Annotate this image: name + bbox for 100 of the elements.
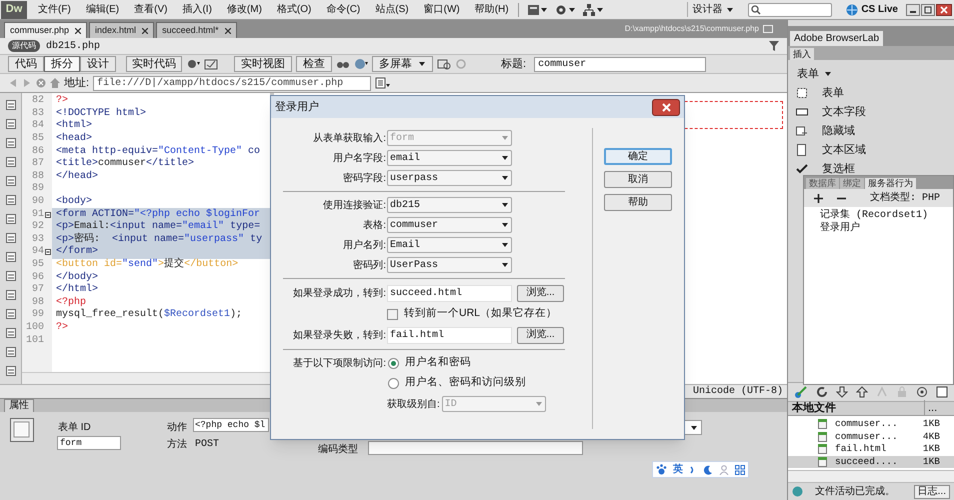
- close-icon[interactable]: [936, 4, 952, 16]
- dialog-button[interactable]: 取消: [604, 171, 672, 188]
- insert-item[interactable]: 复选框: [796, 162, 954, 176]
- workspace-switcher[interactable]: 设计器: [687, 2, 738, 17]
- grid-icon[interactable]: [735, 464, 745, 474]
- file-row[interactable]: commuser... 1KB: [788, 418, 954, 430]
- plus-icon[interactable]: [814, 194, 823, 202]
- file-row[interactable]: commuser... 4KB: [788, 430, 954, 443]
- dropdown[interactable]: userpass: [387, 170, 512, 186]
- menu-item[interactable]: 帮助(H): [474, 2, 510, 17]
- inspect-button[interactable]: 检查: [296, 56, 332, 72]
- action-field[interactable]: <?php echo $l: [193, 418, 269, 432]
- behavior-item[interactable]: 登录用户: [820, 222, 953, 235]
- check-document-icon[interactable]: [204, 58, 218, 70]
- menu-item[interactable]: 窗口(W): [422, 2, 461, 17]
- gear-icon[interactable]: [554, 4, 575, 16]
- horizontal-scrollbar[interactable]: [788, 470, 954, 483]
- document-tab[interactable]: commuser.php: [4, 22, 88, 38]
- dialog-button[interactable]: 帮助: [604, 194, 672, 211]
- panel-tab[interactable]: 数据库: [806, 178, 839, 189]
- connect-icon[interactable]: [794, 385, 808, 399]
- refresh-icon[interactable]: [816, 386, 828, 398]
- close-icon[interactable]: [75, 28, 82, 34]
- live-code-button[interactable]: 实时代码: [126, 56, 182, 72]
- caret-icon: [501, 174, 509, 182]
- globe-icon[interactable]: [354, 58, 368, 70]
- code-line: </head>: [55, 170, 100, 184]
- file-row[interactable]: fail.html 1KB: [788, 443, 954, 456]
- close-icon[interactable]: [142, 28, 148, 34]
- dropdown[interactable]: UserPass: [387, 257, 512, 273]
- dialog-button[interactable]: 确定: [604, 148, 672, 165]
- input-mode-toggle[interactable]: 英: [673, 462, 683, 477]
- paw-icon[interactable]: [656, 464, 667, 475]
- file-row[interactable]: succeed.... 1KB: [788, 456, 954, 468]
- radio-button[interactable]: [388, 358, 399, 368]
- column-header[interactable]: 本地文件: [788, 400, 924, 417]
- close-icon[interactable]: [224, 28, 231, 34]
- path-field[interactable]: fail.html: [387, 326, 512, 344]
- enctype-select[interactable]: [368, 441, 583, 455]
- radio-label: 用户名、密码和访问级别: [405, 375, 526, 390]
- title-field[interactable]: commuser: [534, 56, 706, 72]
- menu-item[interactable]: 修改(M): [226, 2, 263, 17]
- dropdown[interactable]: commuser: [387, 217, 512, 233]
- category-dropdown[interactable]: 表单: [788, 60, 954, 86]
- radio-button[interactable]: [388, 378, 399, 388]
- document-tab[interactable]: succeed.html*: [156, 22, 237, 38]
- preview-icon[interactable]: [437, 58, 451, 70]
- log-button[interactable]: 日志...: [914, 484, 950, 498]
- minimize-icon[interactable]: [906, 4, 920, 16]
- restore-icon[interactable]: [921, 4, 935, 16]
- path-field[interactable]: succeed.html: [387, 284, 512, 302]
- stop-icon[interactable]: [36, 78, 46, 88]
- fold-icon[interactable]: [45, 212, 51, 218]
- close-button[interactable]: [652, 98, 680, 116]
- view-button[interactable]: 拆分: [44, 56, 80, 72]
- layout-icon[interactable]: [526, 4, 547, 16]
- browserlab-tab[interactable]: Adobe BrowserLab: [790, 31, 884, 46]
- view-button[interactable]: 代码: [8, 56, 44, 72]
- upload-icon[interactable]: [856, 386, 868, 398]
- live-view-button[interactable]: 实时视图: [234, 56, 292, 72]
- menu-item[interactable]: 编辑(E): [84, 2, 120, 17]
- view-button[interactable]: 设计: [80, 56, 116, 72]
- browse-button[interactable]: 浏览...: [517, 284, 564, 302]
- checkbox[interactable]: [387, 308, 398, 320]
- sitemap-icon[interactable]: [582, 4, 603, 16]
- search-field[interactable]: [748, 2, 832, 16]
- insert-item[interactable]: 表单: [796, 86, 954, 100]
- horizontal-scrollbar[interactable]: [22, 372, 270, 384]
- insert-item[interactable]: 文本字段: [796, 104, 954, 120]
- sync-icon[interactable]: [916, 386, 928, 398]
- menu-item[interactable]: 命令(C): [325, 2, 362, 17]
- properties-tab[interactable]: 属性: [4, 399, 34, 412]
- download-icon[interactable]: [836, 386, 848, 398]
- menu-item[interactable]: 文件(F): [37, 2, 72, 17]
- dropdown[interactable]: db215: [387, 197, 512, 213]
- caret-icon: [501, 241, 509, 249]
- insert-item[interactable]: 文本区域: [796, 142, 954, 158]
- menu-item[interactable]: 插入(I): [181, 2, 213, 17]
- browse-button[interactable]: 浏览...: [517, 326, 564, 344]
- panel-tab[interactable]: 绑定: [840, 178, 864, 189]
- address-field[interactable]: file:///D|/xampp/htdocs/s215/commuser.php: [93, 76, 372, 90]
- dropdown[interactable]: Email: [387, 237, 512, 253]
- moon-icon[interactable]: [703, 464, 713, 474]
- list-icon[interactable]: [375, 77, 392, 89]
- source-code-button[interactable]: 源代码: [8, 40, 40, 52]
- fold-icon[interactable]: [45, 249, 51, 256]
- menu-item[interactable]: 站点(S): [374, 2, 410, 17]
- menu-item[interactable]: 查看(V): [133, 2, 168, 17]
- document-tab[interactable]: index.html: [89, 22, 154, 38]
- filter-icon[interactable]: [769, 41, 779, 51]
- multiscreen-button[interactable]: 多屏幕: [372, 56, 433, 72]
- panel-tab[interactable]: 服务器行为: [865, 178, 916, 189]
- related-file-link[interactable]: db215.php: [46, 38, 100, 54]
- behavior-item[interactable]: 记录集 (Recordset1): [820, 209, 953, 222]
- cs-live-label[interactable]: CS Live: [861, 2, 898, 17]
- insert-tab[interactable]: 插入: [790, 48, 814, 60]
- form-id-field[interactable]: form: [57, 436, 121, 450]
- insert-item[interactable]: 隐藏域: [796, 124, 954, 138]
- menu-item[interactable]: 格式(O): [276, 2, 312, 17]
- dropdown[interactable]: email: [387, 150, 512, 166]
